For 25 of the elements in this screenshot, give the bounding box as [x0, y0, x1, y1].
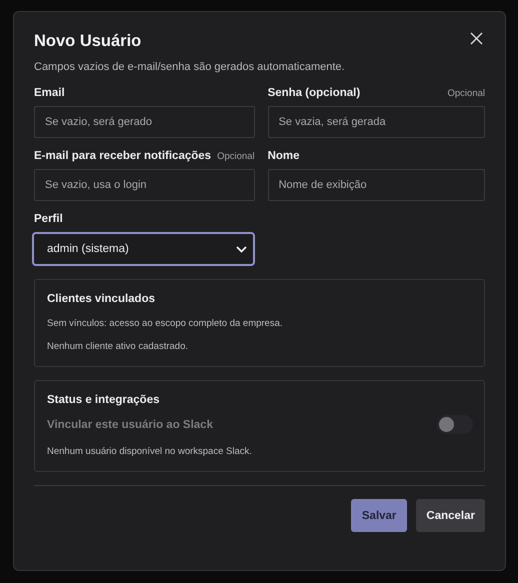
input-field[interactable]: Nome de exibição: [268, 169, 485, 201]
optional-hint: Opcional: [217, 151, 255, 162]
field-label: E-mail para receber notificações: [34, 150, 212, 162]
input-field[interactable]: Se vazia, será gerada: [268, 106, 485, 138]
input-field[interactable]: Se vazio, usa o login: [34, 169, 255, 201]
section-text: Nenhum cliente ativo cadastrado.: [47, 341, 189, 352]
field-label: Email: [34, 87, 65, 99]
field-label: Perfil: [34, 213, 63, 225]
save-button[interactable]: Salvar: [350, 499, 408, 532]
dialog-title: Novo Usuário: [34, 32, 142, 51]
close-icon: [470, 32, 483, 45]
field-label: Nome: [268, 150, 300, 162]
section-title: Clientes vinculados: [47, 293, 156, 305]
field-label: Senha (opcional): [268, 87, 360, 99]
section-text: Nenhum usuário disponível no workspace Slack.: [47, 446, 253, 457]
toggle-label: Vincular este usuário ao Slack: [47, 418, 213, 430]
close-button[interactable]: [468, 30, 485, 47]
section-title: Status e integrações: [47, 394, 160, 406]
chevron-down-icon: [236, 246, 247, 252]
dialog-subtitle: Campos vazios de e-mail/senha são gerados automaticamente.: [34, 61, 346, 73]
cancel-button[interactable]: Cancelar: [416, 499, 485, 532]
section-text: Sem vínculos: acesso ao escopo completo da empresa.: [47, 318, 284, 329]
optional-hint: Opcional: [448, 88, 485, 99]
profile-select[interactable]: admin (sistema): [32, 232, 255, 266]
input-field[interactable]: Se vazio, será gerado: [34, 106, 255, 138]
